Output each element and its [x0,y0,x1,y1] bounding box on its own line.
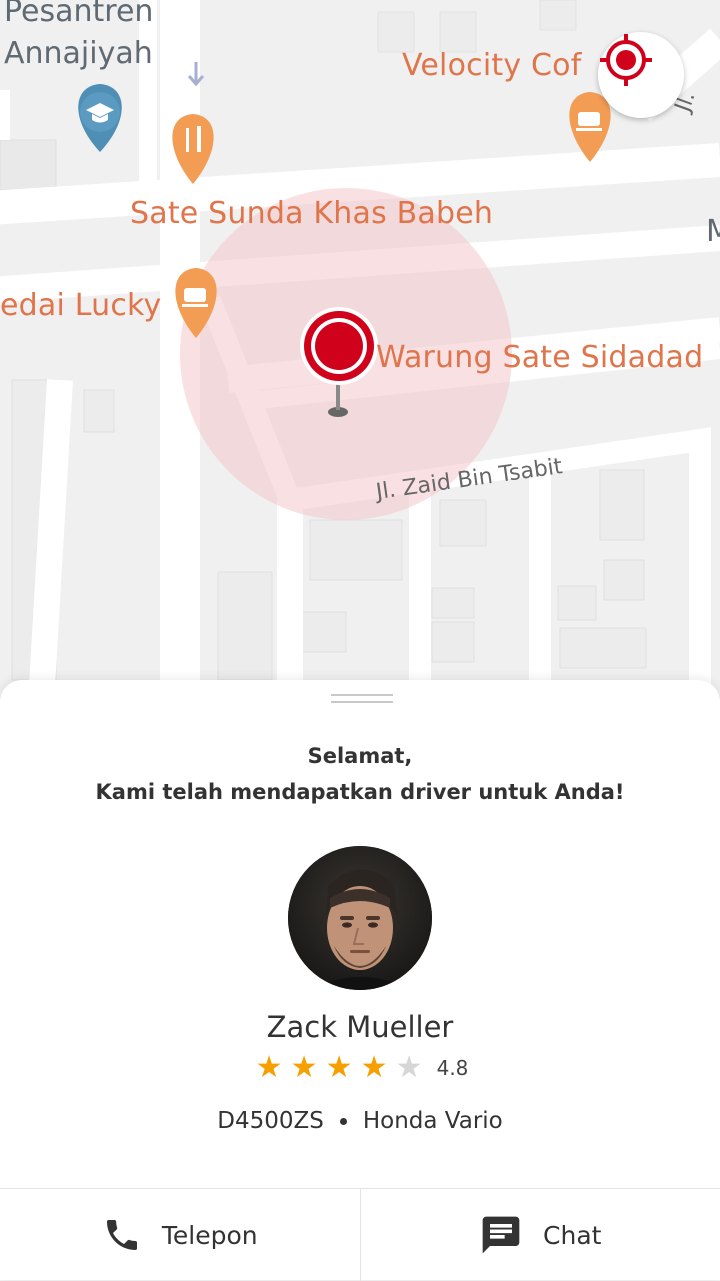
star-filled-icon: ★ [287,1052,322,1084]
chat-icon [479,1213,523,1257]
greeting-title: Selamat, [0,738,720,774]
separator-dot [340,1118,347,1125]
driver-name: Zack Mueller [0,1010,720,1044]
poi-label: Pesantren [4,0,153,29]
poi-label: Warung Sate Sidadad [376,340,703,375]
poi-label: Annajiyah [4,36,153,71]
map-view[interactable]: Pesantren Annajiyah Velocity Cof Sate Su… [0,0,720,720]
poi-label: edai Lucky [0,288,162,323]
chat-button[interactable]: Chat [360,1189,720,1281]
phone-icon [102,1215,142,1255]
sheet-handle-line [331,701,393,703]
locate-me-button[interactable] [598,32,684,118]
poi-label: Velocity Cof [402,48,582,83]
chat-label: Chat [543,1221,601,1250]
greeting-subtitle: Kami telah mendapatkan driver untuk Anda… [0,774,720,810]
star-filled-icon: ★ [357,1052,392,1084]
rating-value: 4.8 [437,1056,469,1080]
poi-label: M [706,214,720,249]
driver-bottom-sheet: Selamat, Kami telah mendapatkan driver u… [0,680,720,1280]
star-empty-icon: ★ [392,1052,427,1084]
call-button[interactable]: Telepon [0,1189,360,1281]
sheet-handle[interactable] [331,694,393,696]
crosshair-icon [598,32,654,88]
action-bar: Telepon Chat [0,1188,720,1281]
vehicle-model: Honda Vario [363,1108,503,1134]
star-filled-icon: ★ [252,1052,287,1084]
call-label: Telepon [162,1221,258,1250]
license-plate: D4500ZS [217,1108,324,1134]
driver-rating: ★ ★ ★ ★ ★ 4.8 [0,1052,720,1084]
star-filled-icon: ★ [322,1052,357,1084]
vehicle-info: D4500ZS Honda Vario [0,1108,720,1134]
poi-label: Sate Sunda Khas Babeh [130,196,493,231]
driver-avatar [288,846,432,990]
